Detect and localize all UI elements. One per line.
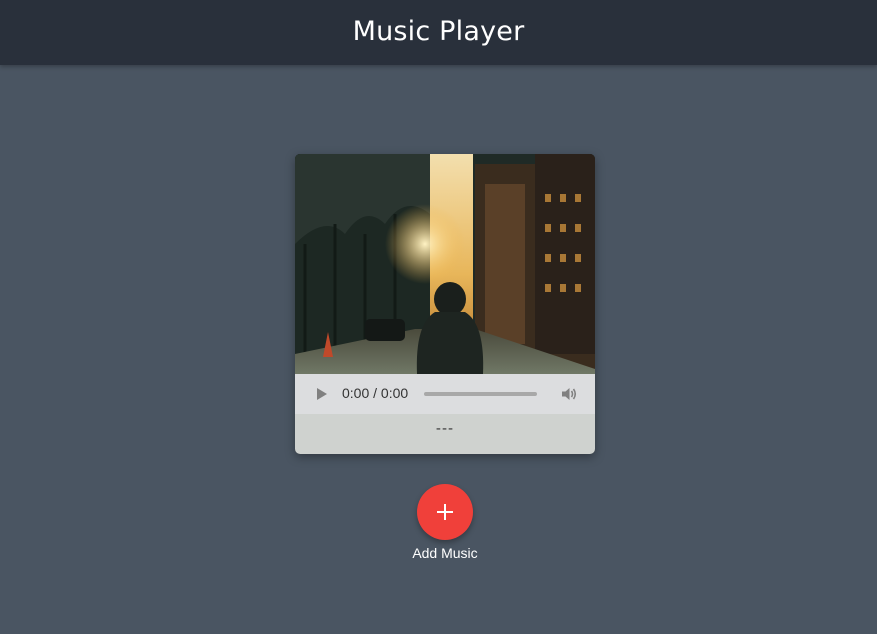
plus-icon (437, 504, 453, 520)
play-icon[interactable] (317, 388, 327, 400)
music-player-card: 0:00 / 0:00 --- (295, 154, 595, 454)
seek-slider[interactable] (424, 392, 537, 396)
add-music-button[interactable] (417, 484, 473, 540)
track-name: --- (435, 421, 455, 437)
volume-icon[interactable] (560, 385, 578, 403)
page-title: Music Player (352, 16, 525, 47)
time-display: 0:00 / 0:00 (342, 385, 409, 401)
track-info: --- (295, 414, 595, 454)
app-header: Music Player (0, 0, 877, 65)
audio-controls: 0:00 / 0:00 (295, 374, 595, 414)
add-music-label: Add Music (412, 545, 478, 561)
